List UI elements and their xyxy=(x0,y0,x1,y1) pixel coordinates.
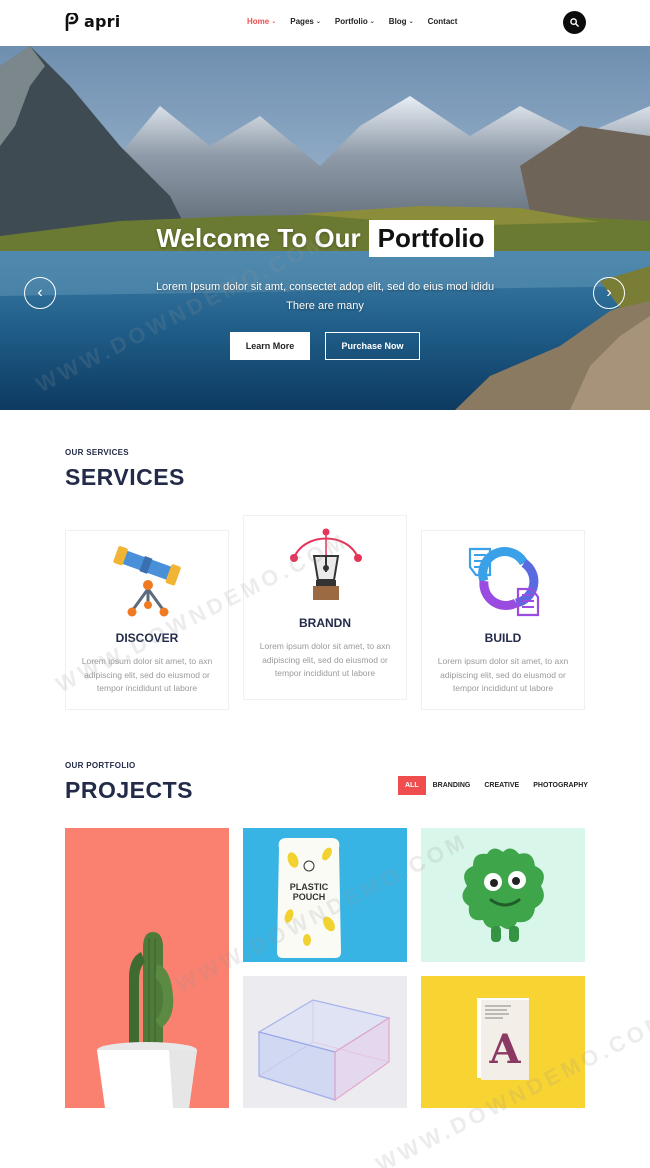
green-monster-image xyxy=(462,848,544,942)
hero-title: Welcome To Our Portfolio xyxy=(0,220,650,257)
pouch-label: PLASTIC POUCH xyxy=(277,882,341,902)
purchase-now-button[interactable]: Purchase Now xyxy=(325,332,420,360)
logo-text: apri xyxy=(84,12,121,31)
nav-home[interactable]: Home ⌄ xyxy=(247,17,276,26)
pen-tool-icon xyxy=(290,528,362,600)
service-card-title: DISCOVER xyxy=(115,631,179,645)
filter-creative[interactable]: CREATIVE xyxy=(477,776,526,795)
pouch-label-line1: PLASTIC xyxy=(289,882,329,892)
services-eyebrow: OUR SERVICES xyxy=(65,448,129,457)
chevron-down-icon: ⌄ xyxy=(315,19,321,25)
project-tile-glass-box[interactable] xyxy=(243,976,407,1108)
chevron-right-icon: › xyxy=(606,284,612,301)
project-tile-cactus[interactable] xyxy=(65,828,229,1108)
logo[interactable]: apri xyxy=(64,12,120,31)
service-card-branding[interactable]: BRANDN Lorem ipsum dolor sit amet, to ax… xyxy=(243,515,407,700)
chevron-down-icon: ⌄ xyxy=(369,19,375,25)
service-card-text: Lorem ipsum dolor sit amet, to axn adipi… xyxy=(259,641,391,678)
chevron-left-icon: ‹ xyxy=(37,284,43,301)
service-card-title: BUILD xyxy=(484,631,522,645)
chevron-down-icon: ⌄ xyxy=(271,19,277,25)
telescope-icon xyxy=(113,546,181,617)
search-button[interactable] xyxy=(563,11,586,34)
service-card-text: Lorem ipsum dolor sit amet, to axn adipi… xyxy=(437,656,569,693)
hero-slider: Welcome To Our Portfolio Lorem Ipsum dol… xyxy=(0,46,650,410)
nav-contact[interactable]: Contact xyxy=(428,17,458,26)
nav-contact-label: Contact xyxy=(427,17,458,26)
nav-portfolio-label: Portfolio xyxy=(334,17,368,26)
nav-home-label: Home xyxy=(247,17,270,26)
projects-eyebrow: OUR PORTFOLIO xyxy=(65,761,136,770)
service-card-discover[interactable]: DISCOVER Lorem ipsum dolor sit amet, to … xyxy=(65,530,229,710)
filter-photography[interactable]: PHOTOGRAPHY xyxy=(526,776,595,795)
project-tile-plastic-pouch[interactable]: PLASTIC POUCH xyxy=(243,828,407,962)
service-card-text: Lorem ipsum dolor sit amet, to axn adipi… xyxy=(81,656,213,693)
project-tile-book[interactable]: A xyxy=(421,976,585,1108)
cactus-image xyxy=(97,932,197,1108)
search-icon xyxy=(570,18,579,27)
hero-title-part1: Welcome To Our xyxy=(156,223,361,253)
project-tile-green-monster[interactable] xyxy=(421,828,585,962)
hero-description: Lorem Ipsum dolor sit amt, consectet ado… xyxy=(155,281,495,312)
nav-pages-label: Pages xyxy=(290,17,314,26)
hero-title-highlight: Portfolio xyxy=(368,220,494,257)
nav-blog[interactable]: Blog ⌄ xyxy=(389,17,414,26)
nav-blog-label: Blog xyxy=(388,17,407,26)
projects-title: PROJECTS xyxy=(65,777,193,803)
slider-prev-button[interactable]: ‹ xyxy=(24,277,56,309)
nav-pages[interactable]: Pages ⌄ xyxy=(290,17,321,26)
service-card-title: BRANDN xyxy=(299,616,351,630)
nav-portfolio[interactable]: Portfolio ⌄ xyxy=(335,17,375,26)
learn-more-button[interactable]: Learn More xyxy=(230,332,310,360)
hands-puzzle-icon xyxy=(468,547,540,617)
logo-icon xyxy=(65,12,79,31)
filter-branding[interactable]: BRANDING xyxy=(426,776,478,795)
filter-all[interactable]: ALL xyxy=(398,776,426,795)
service-card-build[interactable]: BUILD Lorem ipsum dolor sit amet, to axn… xyxy=(421,530,585,710)
top-navbar: apri Home ⌄ Pages ⌄ Portfolio ⌄ Blog ⌄ Conta… xyxy=(0,0,650,46)
main-menu: Home ⌄ Pages ⌄ Portfolio ⌄ Blog ⌄ Contact xyxy=(247,17,457,26)
chevron-down-icon: ⌄ xyxy=(408,19,414,25)
book-letter: A xyxy=(489,1026,521,1073)
slider-next-button[interactable]: › xyxy=(593,277,625,309)
services-title: SERVICES xyxy=(65,464,185,490)
glass-box-image xyxy=(257,999,391,1102)
project-filters: ALL BRANDING CREATIVE PHOTOGRAPHY xyxy=(398,776,595,795)
pouch-label-line2: POUCH xyxy=(292,892,326,902)
